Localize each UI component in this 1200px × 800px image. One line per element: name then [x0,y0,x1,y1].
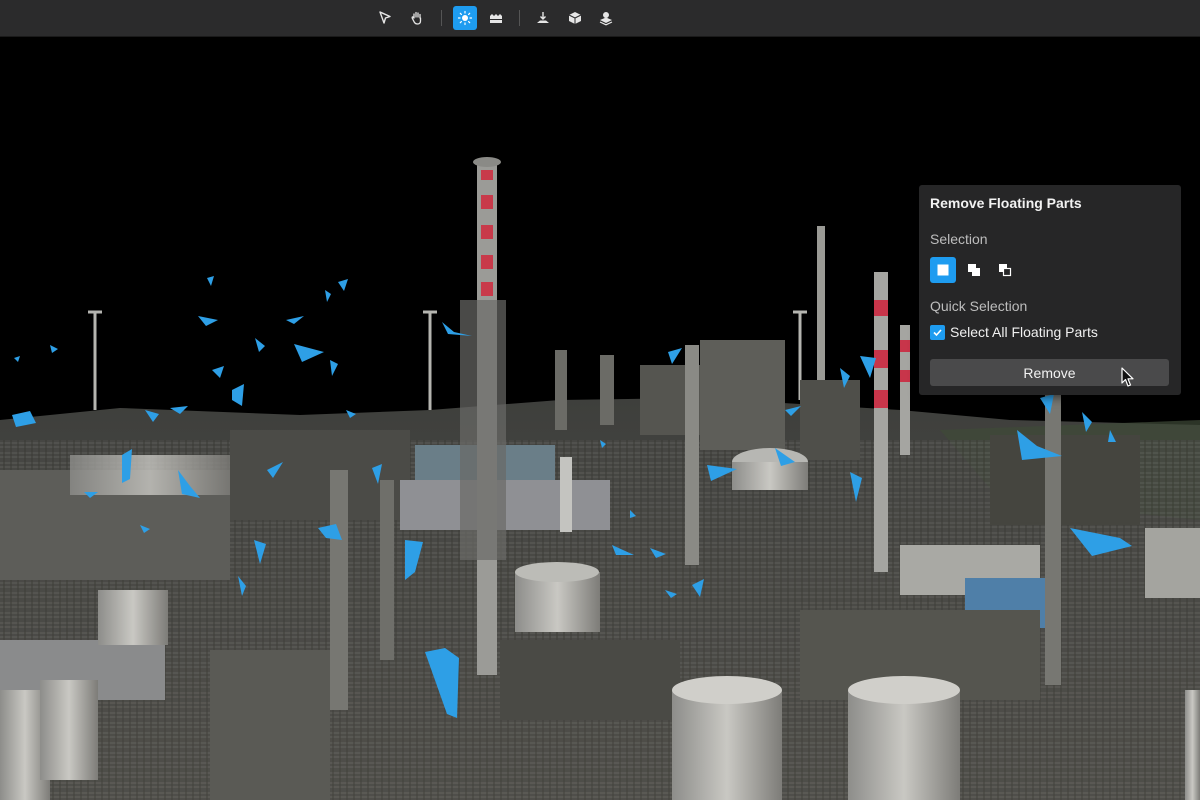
select-tool-button[interactable] [373,6,397,30]
pointer-arrow-icon [379,11,391,24]
quick-selection-label: Quick Selection [930,298,1028,314]
select-all-checkbox[interactable] [930,325,945,340]
select-all-label[interactable]: Select All Floating Parts [950,324,1098,340]
cube-tool-button[interactable] [563,6,587,30]
stacked-layers-tool-button[interactable] [594,6,618,30]
toolbar-divider [519,10,520,26]
ground-tool-button[interactable] [531,6,555,30]
top-toolbar [0,0,1200,37]
layers-tool-button[interactable] [484,6,508,30]
select-subtract-icon [999,264,1012,277]
pan-hand-icon [411,11,422,25]
cube-icon [568,12,582,24]
3d-viewport[interactable] [0,36,1200,800]
layers-flat-icon [490,14,502,23]
selection-label: Selection [930,231,988,247]
toolbar-divider [441,10,442,26]
selection-mode-subtract-button[interactable] [992,257,1018,283]
floating-parts-icon [457,10,473,26]
pan-tool-button[interactable] [405,6,429,30]
checkmark-icon [933,329,942,337]
select-add-icon [968,264,980,276]
select-replace-icon [937,264,949,276]
selection-mode-add-button[interactable] [961,257,987,283]
stacked-layers-icon [599,12,613,26]
floating-parts-tool-button[interactable] [453,6,477,30]
selection-mode-replace-button[interactable] [930,257,956,283]
mouse-cursor-icon [1121,367,1134,387]
refinery-point-cloud-scene [0,157,1200,800]
remove-floating-parts-panel: Remove Floating Parts Selection Quick Se… [919,185,1181,395]
panel-title: Remove Floating Parts [930,195,1082,211]
ground-plane-icon [537,12,549,23]
